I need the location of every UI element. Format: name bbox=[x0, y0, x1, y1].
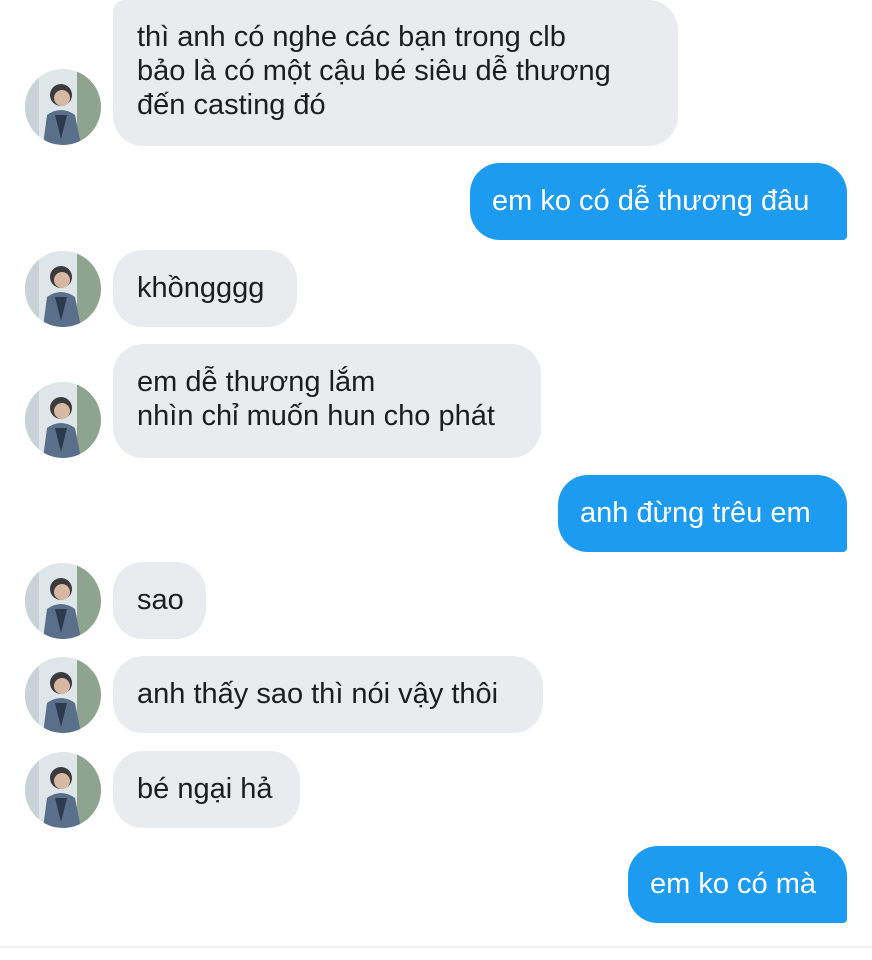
user-photo-icon bbox=[25, 563, 101, 639]
outgoing-message-bubble[interactable]: anh đừng trêu em bbox=[558, 475, 847, 552]
contact-avatar[interactable] bbox=[25, 563, 101, 639]
incoming-message-bubble[interactable]: em dễ thương lắm nhìn chỉ muốn hun cho p… bbox=[113, 344, 541, 458]
contact-avatar[interactable] bbox=[25, 251, 101, 327]
user-photo-icon bbox=[25, 657, 101, 733]
user-photo-icon bbox=[25, 69, 101, 145]
contact-avatar[interactable] bbox=[25, 657, 101, 733]
contact-avatar[interactable] bbox=[25, 69, 101, 145]
outgoing-message-bubble[interactable]: em ko có dễ thương đâu bbox=[470, 163, 847, 240]
incoming-message-bubble[interactable]: bé ngại hả bbox=[113, 751, 300, 828]
contact-avatar[interactable] bbox=[25, 382, 101, 458]
user-photo-icon bbox=[25, 251, 101, 327]
composer-divider bbox=[0, 946, 872, 948]
incoming-message-bubble[interactable]: anh thấy sao thì nói vậy thôi bbox=[113, 656, 543, 733]
outgoing-message-bubble[interactable]: em ko có mà bbox=[628, 846, 847, 923]
incoming-message-bubble[interactable]: khồngggg bbox=[113, 250, 297, 327]
incoming-message-bubble[interactable]: thì anh có nghe các bạn trong clb bảo là… bbox=[113, 0, 678, 146]
contact-avatar[interactable] bbox=[25, 752, 101, 828]
incoming-message-bubble[interactable]: sao bbox=[113, 562, 206, 639]
user-photo-icon bbox=[25, 752, 101, 828]
user-photo-icon bbox=[25, 382, 101, 458]
